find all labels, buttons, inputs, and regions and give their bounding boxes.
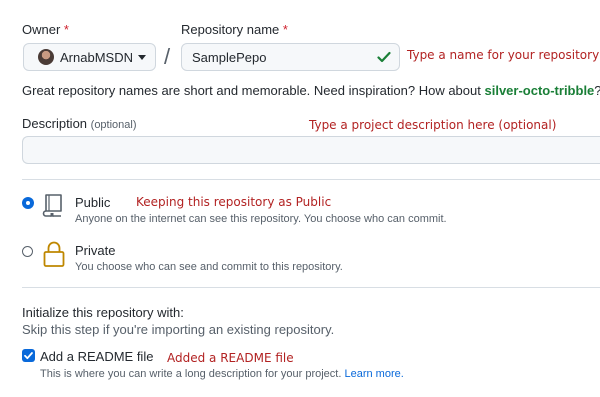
owner-repo-separator: /: [164, 44, 171, 69]
init-subtext: Skip this step if you're importing an ex…: [22, 322, 335, 337]
readme-label[interactable]: Add a README file: [40, 349, 153, 364]
repo-name-annotation: Type a name for your repository: [407, 48, 600, 62]
chevron-down-icon: [137, 54, 146, 60]
repo-name-label: Repository name *: [181, 22, 288, 37]
private-radio[interactable]: [22, 246, 33, 257]
readme-description: This is where you can write a long descr…: [40, 368, 404, 380]
divider: [22, 287, 600, 288]
owner-dropdown[interactable]: ArnabMSDN: [23, 43, 156, 71]
avatar: [38, 49, 54, 65]
public-radio[interactable]: [23, 198, 33, 208]
learn-more-link[interactable]: Learn more.: [344, 368, 403, 380]
description-label: Description (optional): [22, 116, 137, 131]
divider: [22, 179, 600, 180]
readme-annotation: Added a README file: [167, 351, 294, 365]
required-marker: *: [63, 22, 69, 37]
readme-checkbox[interactable]: [22, 349, 35, 362]
description-annotation: Type a project description here (optiona…: [309, 118, 557, 132]
private-description: You choose who can see and commit to thi…: [75, 261, 343, 273]
private-title: Private: [75, 243, 116, 258]
public-title: Public: [75, 195, 111, 210]
description-input[interactable]: [22, 136, 600, 164]
repo-book-icon: [42, 194, 62, 217]
check-icon: [377, 51, 391, 63]
init-heading: Initialize this repository with:: [22, 305, 184, 320]
required-marker: *: [282, 22, 288, 37]
lock-icon: [43, 241, 65, 267]
optional-hint: (optional): [90, 119, 137, 131]
public-description: Anyone on the internet can see this repo…: [75, 213, 447, 225]
repo-name-input[interactable]: [181, 43, 400, 71]
visibility-annotation: Keeping this repository as Public: [136, 195, 332, 209]
name-suggestion-link[interactable]: silver-octo-tribble: [484, 83, 594, 98]
checkmark-icon: [24, 352, 33, 360]
owner-name: ArnabMSDN: [60, 49, 133, 65]
owner-label: Owner *: [22, 22, 69, 37]
repo-name-help: Great repository names are short and mem…: [22, 83, 600, 98]
